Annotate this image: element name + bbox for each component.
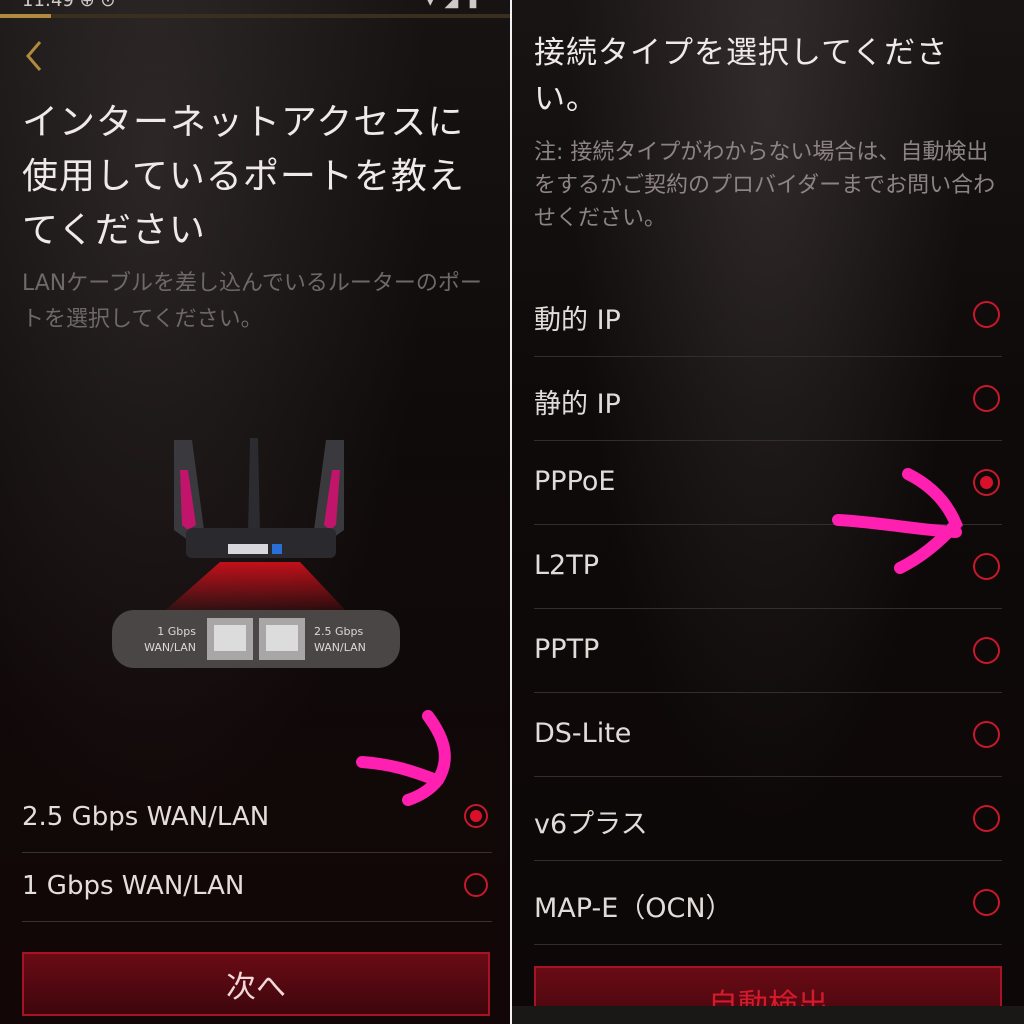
radio-button[interactable]: [973, 301, 1000, 328]
connection-option-label: v6プラス: [534, 809, 648, 840]
left-screen: 11:49 ⊕ ⊙ ▾ ◢ ▮ インターネットアクセスに使用しているポートを教え…: [0, 0, 510, 1024]
radio-button[interactable]: [973, 637, 1000, 664]
connection-option-v6plus[interactable]: v6プラス: [534, 776, 1002, 861]
next-button[interactable]: 次へ: [22, 952, 490, 1016]
port-option-label: 1 Gbps WAN/LAN: [22, 871, 245, 901]
page-title: インターネットアクセスに使用しているポートを教えてください: [22, 102, 465, 251]
connection-option-label: 動的 IP: [534, 305, 621, 336]
router-illustration: 1 Gbps WAN/LAN 2.5 Gbps WAN/LAN: [100, 420, 420, 680]
connection-option-label: PPPoE: [534, 466, 616, 497]
radio-button[interactable]: [973, 889, 1000, 916]
status-icons: ▾ ◢ ▮: [425, 0, 480, 11]
connection-option-label: L2TP: [534, 550, 599, 581]
port-left-label-1: 1 Gbps: [157, 625, 196, 638]
setup-progress-bar: [0, 14, 510, 18]
navigation-bar: [512, 1006, 1024, 1024]
page-title: 接続タイプを選択してください。: [534, 35, 949, 117]
radio-button[interactable]: [973, 553, 1000, 580]
connection-option-static-ip[interactable]: 静的 IP: [534, 356, 1002, 441]
back-button[interactable]: [538, 0, 558, 2]
connection-option-pppoe[interactable]: PPPoE: [534, 440, 1002, 525]
radio-button[interactable]: [973, 469, 1000, 496]
connection-option-ds-lite[interactable]: DS-Lite: [534, 692, 1002, 777]
connection-option-dynamic-ip[interactable]: 動的 IP: [534, 272, 1002, 357]
port-option-label: 2.5 Gbps WAN/LAN: [22, 802, 270, 832]
connection-option-label: MAP-E（OCN）: [534, 893, 733, 924]
port-option-2-5g[interactable]: 2.5 Gbps WAN/LAN: [22, 784, 492, 853]
radio-button[interactable]: [464, 873, 488, 897]
setup-progress-fill: [0, 14, 51, 18]
chevron-left-icon: [26, 41, 42, 71]
radio-button[interactable]: [973, 805, 1000, 832]
chevron-left-icon: [538, 0, 558, 2]
status-bar: 11:49 ⊕ ⊙ ▾ ◢ ▮: [0, 0, 510, 22]
page-note: 注: 接続タイプがわからない場合は、自動検出をするかご契約のプロバイダーまでお問…: [534, 140, 996, 231]
radio-button[interactable]: [973, 385, 1000, 412]
connection-option-map-e-ocn[interactable]: MAP-E（OCN）: [534, 860, 1002, 945]
connection-option-l2tp[interactable]: L2TP: [534, 524, 1002, 609]
port-left-label-2: WAN/LAN: [144, 641, 196, 654]
radio-button[interactable]: [973, 721, 1000, 748]
status-time: 11:49 ⊕ ⊙: [22, 0, 116, 11]
port-right-label-1: 2.5 Gbps: [314, 625, 363, 638]
port-right-label-2: WAN/LAN: [314, 641, 366, 654]
back-button[interactable]: [20, 36, 50, 76]
connection-option-label: PPTP: [534, 634, 600, 665]
radio-button[interactable]: [464, 804, 488, 828]
connection-option-label: 静的 IP: [534, 389, 621, 420]
right-screen: 接続タイプを選択してください。 注: 接続タイプがわからない場合は、自動検出をす…: [512, 0, 1024, 1024]
port-option-1g[interactable]: 1 Gbps WAN/LAN: [22, 853, 492, 922]
page-subtitle: LANケーブルを差し込んでいるルーターのポートを選択してください。: [22, 271, 482, 332]
connection-option-label: DS-Lite: [534, 718, 632, 749]
connection-option-pptp[interactable]: PPTP: [534, 608, 1002, 693]
